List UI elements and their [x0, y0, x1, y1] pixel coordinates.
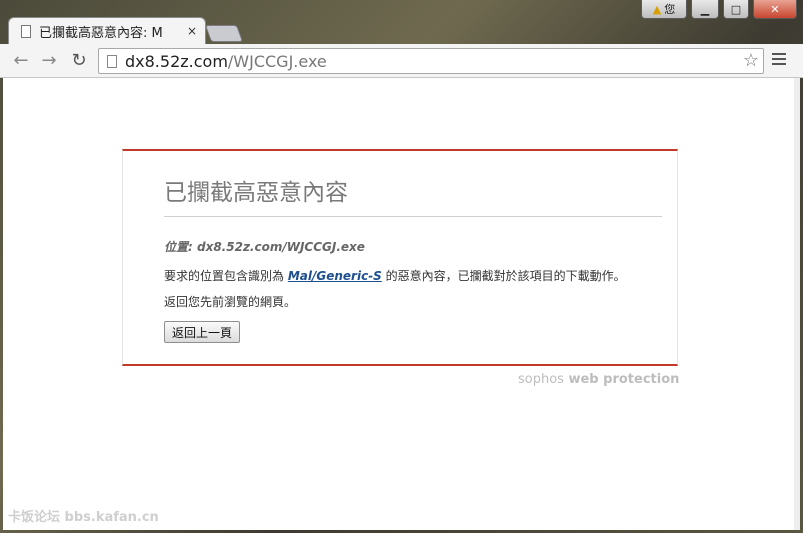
minimize-icon[interactable]: ▁ [691, 0, 719, 19]
url-host: dx8.52z.com [125, 51, 228, 71]
scrollbar[interactable] [794, 78, 800, 530]
warning-button[interactable]: ▲ 您 [641, 0, 687, 19]
brand-footer: sophos web protection [518, 372, 679, 387]
page-icon [21, 24, 31, 38]
location-label: 位置: [164, 240, 193, 254]
back-arrow-icon[interactable]: ← [10, 50, 32, 72]
url-path: /WJCCGJ.exe [227, 51, 327, 71]
threat-name-link[interactable]: Mal/Generic-S [288, 269, 382, 283]
warning-label: 您 [664, 3, 676, 16]
tab-close-icon[interactable]: × [187, 24, 197, 38]
browser-toolbar: ← → ↻ dx8.52z.com/WJCCGJ.exe ☆ [0, 44, 803, 78]
brand-prefix: sophos [518, 372, 564, 387]
message-prefix: 要求的位置包含識別為 [164, 269, 285, 283]
message-suffix: 的惡意內容，已攔截對於該項目的下載動作。 [385, 269, 626, 283]
reload-icon[interactable]: ↻ [68, 50, 90, 72]
new-tab-button[interactable] [204, 25, 244, 42]
block-message: 要求的位置包含識別為 Mal/Generic-S 的惡意內容，已攔截對於該項目的… [164, 267, 626, 284]
watermark: 卡饭论坛 bbs.kafan.cn [8, 510, 159, 525]
title-divider [164, 216, 662, 217]
maximize-icon[interactable]: □ [723, 0, 749, 19]
forward-arrow-icon[interactable]: → [38, 50, 60, 72]
bookmark-star-icon[interactable]: ☆ [743, 50, 759, 71]
window-controls: ▲ 您 ▁ □ ✕ [641, 0, 797, 19]
page-icon [107, 54, 117, 68]
page-content: 已攔截高惡意內容 位置: dx8.52z.com/WJCCGJ.exe 要求的位… [3, 78, 800, 530]
tab-active[interactable]: 已攔截高惡意內容: M × [8, 17, 206, 44]
brand-suffix: web protection [568, 372, 680, 387]
menu-icon[interactable] [772, 53, 786, 68]
address-bar[interactable]: dx8.52z.com/WJCCGJ.exe ☆ [98, 48, 764, 74]
location-value: dx8.52z.com/WJCCGJ.exe [197, 240, 365, 254]
page-title: 已攔截高惡意內容 [164, 180, 348, 206]
block-notice-panel: 已攔截高惡意內容 位置: dx8.52z.com/WJCCGJ.exe 要求的位… [122, 149, 678, 366]
back-prompt: 返回您先前瀏覽的網頁。 [164, 295, 297, 309]
location-line: 位置: dx8.52z.com/WJCCGJ.exe [164, 238, 365, 255]
warning-icon: ▲ [652, 2, 662, 16]
go-back-button[interactable]: 返回上一頁 [164, 321, 241, 343]
close-window-icon[interactable]: ✕ [753, 0, 797, 19]
title-bar: 已攔截高惡意內容: M × ▲ 您 ▁ □ ✕ [0, 0, 803, 44]
tab-title: 已攔截高惡意內容: M [39, 25, 163, 41]
